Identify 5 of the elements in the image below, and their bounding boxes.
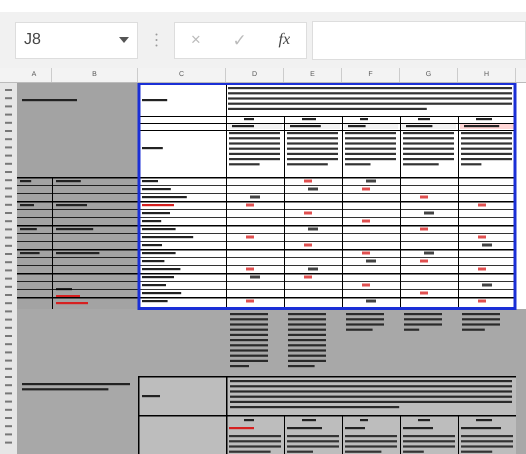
name-box[interactable]: J8	[15, 22, 138, 58]
insert-function-button[interactable]: fx	[274, 31, 294, 49]
drag-handle-icon[interactable]	[155, 33, 158, 47]
dropdown-caret-icon[interactable]	[119, 37, 129, 43]
formula-input[interactable]	[312, 20, 526, 60]
